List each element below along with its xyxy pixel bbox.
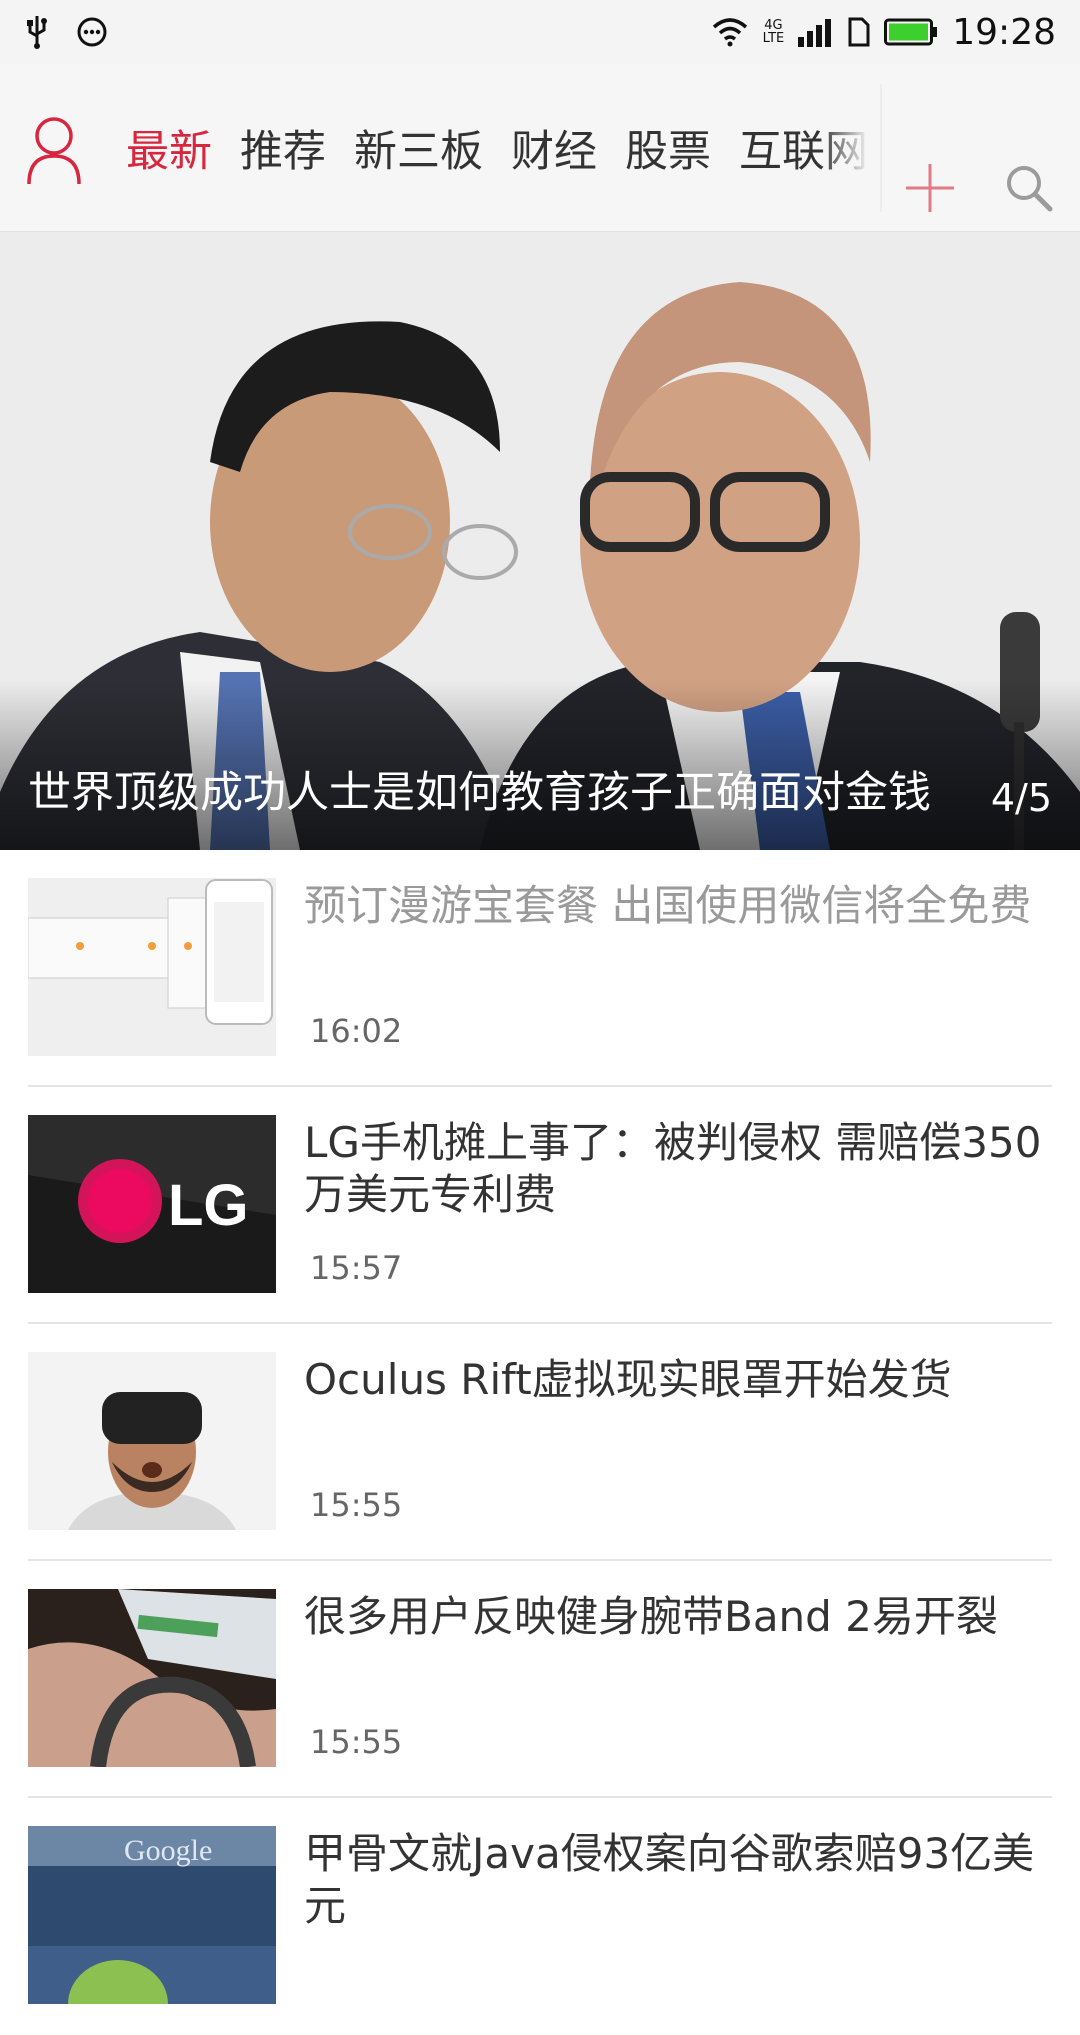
news-thumbnail (28, 1352, 276, 1530)
tab-recommended[interactable]: 推荐 (240, 117, 326, 179)
top-navigation: 最新 推荐 新三板 财经 股票 互联网 (0, 64, 1080, 232)
news-title: 很多用户反映健身腕带Band 2易开裂 (304, 1592, 998, 1641)
news-title: Oculus Rift虚拟现实眼罩开始发货 (304, 1355, 952, 1404)
tab-stocks[interactable]: 股票 (625, 117, 711, 179)
category-tabs: 最新 推荐 新三板 财经 股票 互联网 (126, 64, 886, 232)
tab-finance[interactable]: 财经 (511, 117, 597, 179)
usb-icon (24, 14, 50, 50)
hero-carousel[interactable]: 世界顶级成功人士是如何教育孩子正确面对金钱 4/5 (0, 232, 1080, 850)
news-item-lg[interactable]: LG LG手机摊上事了：被判侵权 需赔偿350万美元专利费 15:57 (28, 1087, 1052, 1324)
tab-latest[interactable]: 最新 (126, 117, 212, 179)
user-profile-icon[interactable] (26, 114, 82, 186)
search-icon[interactable] (1004, 163, 1054, 213)
news-thumbnail: LG (28, 1115, 276, 1293)
tabs-divider (880, 84, 882, 212)
news-title: 预订漫游宝套餐 出国使用微信将全免费 (304, 881, 1032, 930)
lg-logo-text: LG (168, 1173, 249, 1238)
tab-new-third-board[interactable]: 新三板 (354, 117, 483, 179)
more-chat-icon (76, 16, 108, 48)
network-label-lte: LTE (762, 31, 785, 46)
signal-icon (798, 17, 834, 47)
news-thumbnail (28, 878, 276, 1056)
hero-caption[interactable]: 世界顶级成功人士是如何教育孩子正确面对金钱 (28, 758, 931, 820)
news-time: 16:02 (310, 1012, 403, 1050)
news-list: 预订漫游宝套餐 出国使用微信将全免费 16:02 LG LG手机摊上事了：被判侵… (0, 850, 1080, 2035)
news-thumbnail (28, 1589, 276, 1767)
add-category-icon[interactable] (904, 162, 956, 214)
network-type-icon: 4G LTE (763, 19, 785, 45)
news-title: LG手机摊上事了：被判侵权 需赔偿350万美元专利费 (304, 1118, 1042, 1219)
news-time: 15:55 (310, 1486, 403, 1524)
news-time: 15:55 (310, 1723, 403, 1761)
status-bar: 4G LTE 19:28 (0, 0, 1080, 64)
news-thumbnail: Google (28, 1826, 276, 2004)
wifi-icon (711, 17, 749, 47)
news-time: 15:57 (310, 1249, 403, 1287)
news-item-roaming[interactable]: 预订漫游宝套餐 出国使用微信将全免费 16:02 (28, 850, 1052, 1087)
news-title: 甲骨文就Java侵权案向谷歌索赔93亿美元 (304, 1829, 1035, 1930)
google-sign-text: Google (124, 1834, 212, 1867)
news-item-oculus[interactable]: Oculus Rift虚拟现实眼罩开始发货 15:55 (28, 1324, 1052, 1561)
hero-pager: 4/5 (990, 776, 1052, 820)
status-time: 19:28 (952, 11, 1056, 53)
sim-icon (848, 17, 870, 47)
news-item-band2[interactable]: 很多用户反映健身腕带Band 2易开裂 15:55 (28, 1561, 1052, 1798)
battery-icon (884, 17, 938, 47)
news-item-oracle-java[interactable]: Google 甲骨文就Java侵权案向谷歌索赔93亿美元 (28, 1798, 1052, 2035)
